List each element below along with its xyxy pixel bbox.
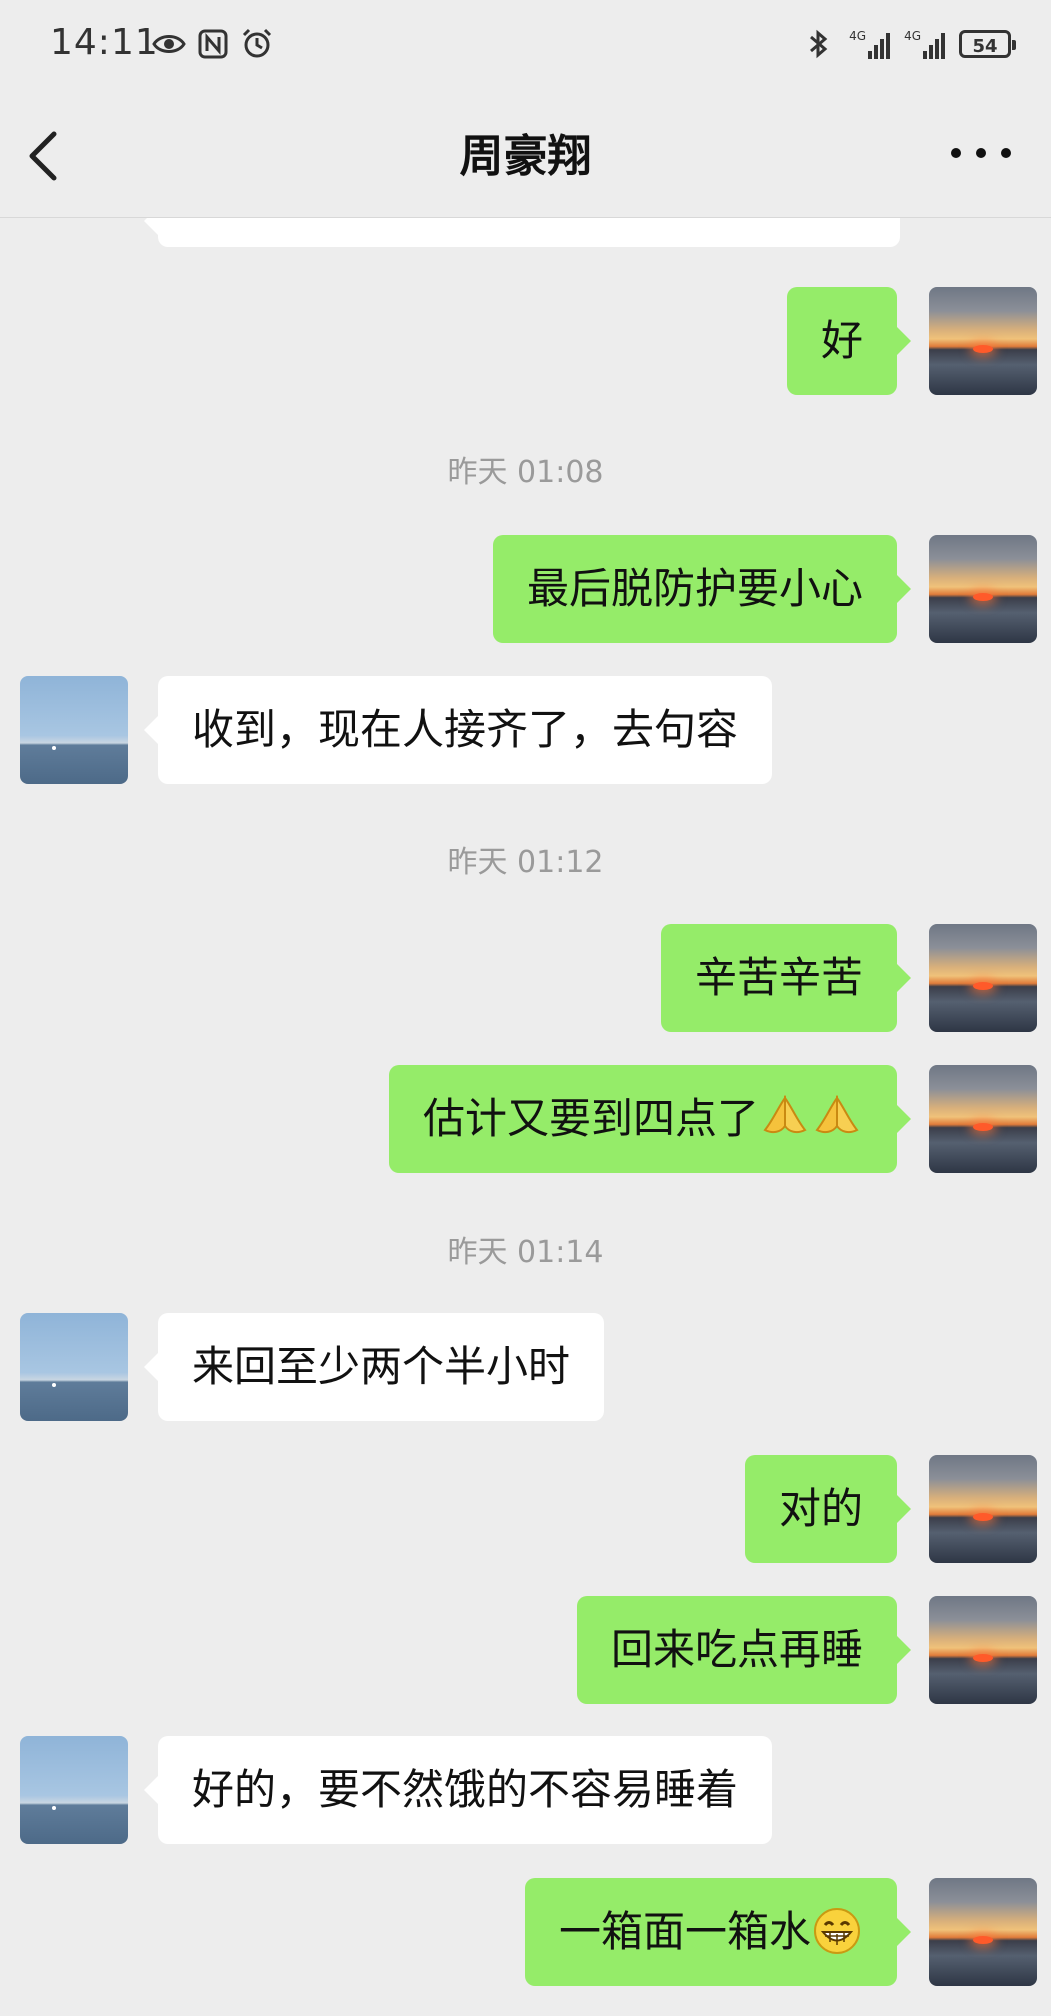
message-bubble-outgoing[interactable]: 好: [786, 287, 912, 395]
grin-icon: [814, 1907, 860, 1954]
message-bubble-incoming[interactable]: 好的，要不然饿的不容易睡着: [143, 1736, 773, 1844]
avatar-self[interactable]: [929, 1455, 1037, 1563]
message-bubble-outgoing[interactable]: 辛苦辛苦: [660, 924, 912, 1032]
avatar-self[interactable]: [929, 1596, 1037, 1704]
message-bubble-outgoing[interactable]: 估计又要到四点了: [388, 1065, 912, 1173]
more-dots-icon[interactable]: [951, 148, 1011, 162]
message-bubble-incoming[interactable]: 来回至少两个半小时: [143, 1313, 605, 1421]
avatar-contact[interactable]: [20, 1736, 128, 1844]
signal-4g-icon: 4G: [904, 29, 945, 59]
battery-icon: 54: [959, 30, 1016, 58]
message-bubble-incoming[interactable]: 收到，现在人接齐了，去句容: [143, 676, 773, 784]
avatar-self[interactable]: [929, 1065, 1037, 1173]
message-bubble-outgoing[interactable]: 一箱面一箱水: [524, 1878, 912, 1986]
avatar-self[interactable]: [929, 1878, 1037, 1986]
message-text: 估计又要到四点了: [422, 1094, 759, 1143]
avatar-self[interactable]: [929, 287, 1037, 395]
avatar-self[interactable]: [929, 535, 1037, 643]
timestamp: 昨天 01:12: [447, 845, 604, 880]
alarm-icon: [242, 28, 272, 58]
eye-icon: [152, 35, 186, 53]
avatar-contact[interactable]: [20, 1313, 128, 1421]
avatar-self[interactable]: [929, 924, 1037, 1032]
timestamp: 昨天 01:14: [447, 1235, 604, 1270]
message-text: 一箱面一箱水: [558, 1907, 811, 1956]
nfc-icon: [198, 29, 228, 59]
chat-area[interactable]: 好 昨天 01:08 最后脱防护要小心 收到，现在人接齐了，去句容 昨天 01:…: [0, 217, 1051, 2016]
message-bubble-incoming-partial[interactable]: [144, 217, 900, 247]
status-bar: 14:11 4G 4G 54: [0, 0, 1051, 92]
signal-4g-icon: 4G: [849, 29, 891, 59]
status-time: 14:11: [50, 22, 159, 63]
status-icons-right: 4G 4G 54: [801, 26, 1016, 62]
timestamp: 昨天 01:08: [447, 455, 604, 490]
message-bubble-outgoing[interactable]: 回来吃点再睡: [576, 1596, 912, 1704]
message-bubble-outgoing[interactable]: 对的: [744, 1455, 912, 1563]
avatar-contact[interactable]: [20, 676, 128, 784]
chat-title: 周豪翔: [459, 131, 592, 182]
message-bubble-outgoing[interactable]: 最后脱防护要小心: [492, 535, 912, 643]
pray-icon: [763, 1094, 807, 1133]
bluetooth-icon: [810, 29, 828, 59]
pray-icon: [815, 1094, 859, 1133]
status-icons-left: [152, 26, 274, 62]
chat-header: 周豪翔: [0, 92, 1051, 218]
